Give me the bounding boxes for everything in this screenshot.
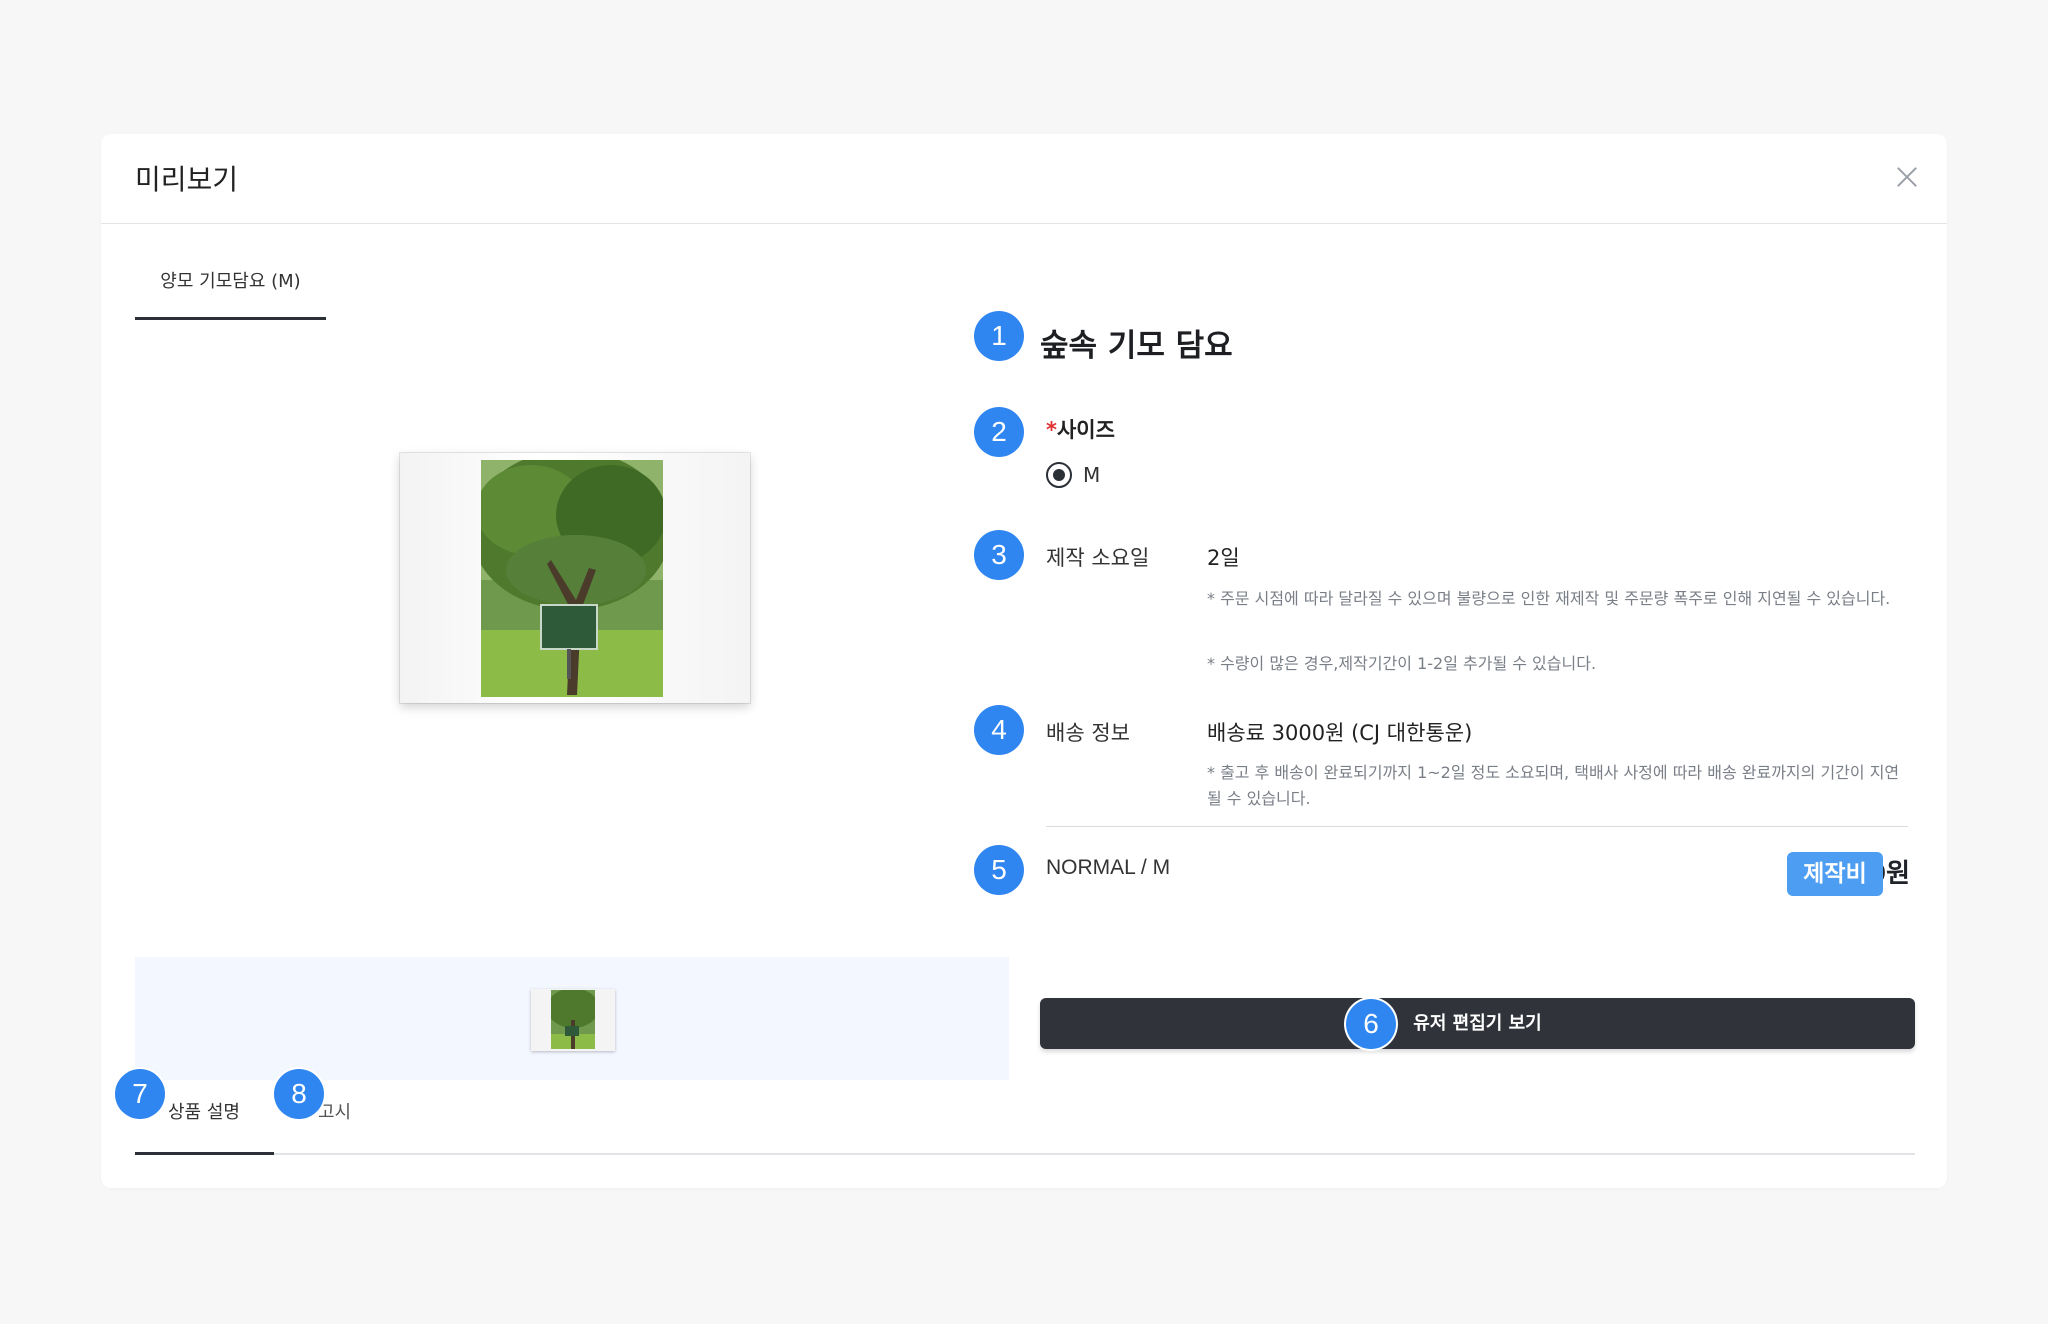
- tree-photo: [481, 460, 663, 697]
- required-mark: *: [1046, 418, 1057, 442]
- modal-title: 미리보기: [135, 163, 239, 196]
- close-icon[interactable]: [1885, 156, 1929, 200]
- size-label-text: 사이즈: [1056, 418, 1115, 442]
- tree-photo-thumb: [551, 990, 595, 1049]
- marker-3: 3: [974, 530, 1024, 580]
- production-label: 제작 소요일: [1046, 546, 1150, 570]
- marker-2: 2: [974, 407, 1024, 457]
- size-label: *사이즈: [1046, 414, 1115, 444]
- radio-selected-icon[interactable]: [1046, 462, 1072, 488]
- production-value: 2일: [1207, 546, 1240, 570]
- user-editor-button[interactable]: 유저 편집기 보기: [1040, 998, 1915, 1049]
- marker-1: 1: [974, 311, 1024, 361]
- marker-7: 7: [115, 1069, 165, 1119]
- thumbnail-image[interactable]: [531, 989, 615, 1051]
- product-preview-image: [400, 453, 750, 703]
- detail-tabs: 상품 설명 고시: [135, 1082, 1915, 1155]
- marker-8: 8: [274, 1069, 324, 1119]
- modal-header: 미리보기: [101, 134, 1947, 224]
- shipping-value: 배송료 3000원 (CJ 대한통운): [1207, 721, 1473, 745]
- product-title: 숲속 기모 담요: [1040, 328, 1233, 364]
- thumbnail-strip: [135, 957, 1009, 1080]
- marker-6: 6: [1346, 999, 1396, 1049]
- marker-5: 5: [974, 845, 1024, 895]
- shipping-note: * 출고 후 배송이 완료되기까지 1~2일 정도 소요되며, 택배사 사정에 …: [1207, 763, 1900, 808]
- shipping-label: 배송 정보: [1046, 721, 1130, 745]
- production-cost-chip[interactable]: 제작비: [1787, 852, 1883, 896]
- divider: [1046, 826, 1908, 827]
- marker-4: 4: [974, 705, 1024, 755]
- selected-option-name: NORMAL / M: [1046, 856, 1171, 879]
- size-option-label: M: [1083, 463, 1101, 487]
- preview-modal: 미리보기 양모 기모담요 (M) 상품 설명 고시 숲속 기모 담요 *사이즈 …: [101, 134, 1947, 1188]
- production-note-1: * 주문 시점에 따라 달라질 수 있으며 불량으로 인한 재제작 및 주문량 …: [1207, 589, 1891, 608]
- production-note-2: * 수량이 많은 경우,제작기간이 1-2일 추가될 수 있습니다.: [1207, 654, 1597, 673]
- price: 0원 제작비: [1787, 847, 1910, 896]
- tab-product-image[interactable]: 양모 기모담요 (M): [135, 268, 326, 320]
